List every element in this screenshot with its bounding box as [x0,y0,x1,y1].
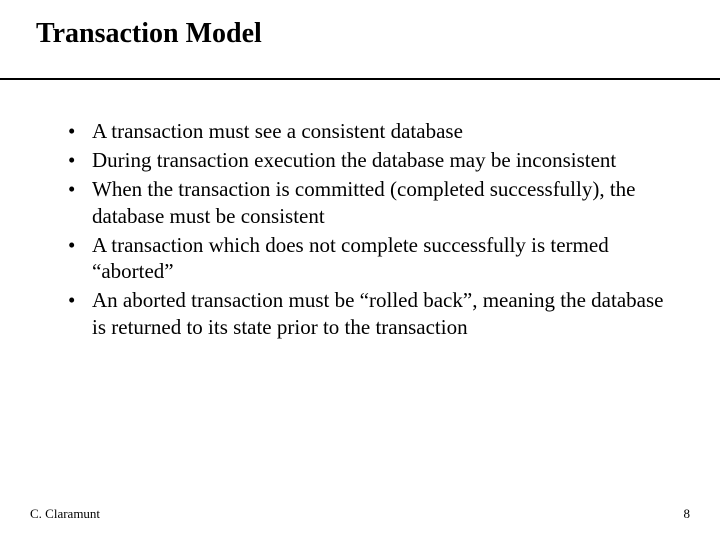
list-item: An aborted transaction must be “rolled b… [68,287,672,341]
content-area: A transaction must see a consistent data… [30,80,690,341]
list-item: During transaction execution the databas… [68,147,672,174]
list-item: When the transaction is committed (compl… [68,176,672,230]
page-title: Transaction Model [30,18,690,50]
list-item: A transaction which does not complete su… [68,232,672,286]
footer-page: 8 [684,506,691,522]
footer-author: C. Claramunt [30,506,100,522]
list-item: A transaction must see a consistent data… [68,118,672,145]
footer: C. Claramunt 8 [30,506,690,522]
slide: Transaction Model A transaction must see… [0,0,720,540]
bullet-list: A transaction must see a consistent data… [68,118,672,341]
